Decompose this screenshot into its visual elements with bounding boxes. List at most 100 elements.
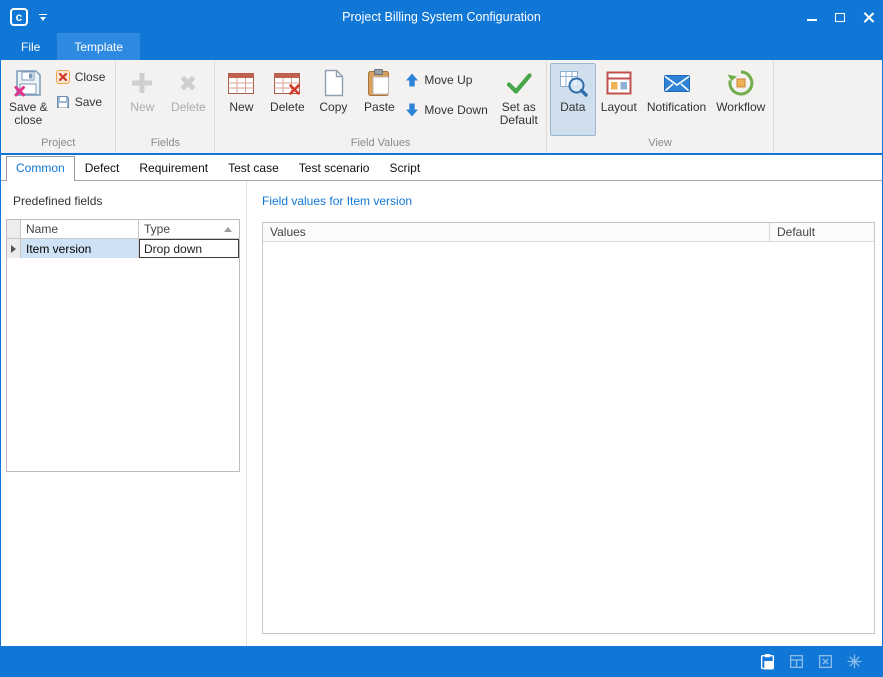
set-as-default-button[interactable]: Set as Default — [495, 63, 543, 136]
delete-field-label: Delete — [171, 101, 206, 114]
tab-test-case[interactable]: Test case — [218, 156, 289, 180]
close-button[interactable] — [854, 1, 882, 33]
quick-access-dropdown[interactable] — [35, 14, 51, 21]
column-header-name[interactable]: Name — [21, 220, 139, 238]
ribbon-group-view-content: Data Layout — [547, 60, 774, 136]
column-header-values[interactable]: Values — [263, 223, 770, 241]
status-snap-flake-icon[interactable] — [844, 651, 864, 671]
data-magnifier-icon — [557, 67, 589, 99]
ribbon-group-fields-content: New Delete — [116, 60, 214, 136]
save-and-close-label: Save & close — [9, 101, 48, 127]
tab-requirement[interactable]: Requirement — [129, 156, 218, 180]
tab-defect[interactable]: Defect — [75, 156, 130, 180]
ribbon-tab-strip: File Template — [1, 33, 882, 60]
checkmark-icon — [503, 67, 535, 99]
tab-common[interactable]: Common — [6, 156, 75, 181]
view-notification-button[interactable]: Notification — [642, 63, 711, 136]
minimize-icon — [807, 19, 817, 21]
delete-x-icon — [172, 67, 204, 99]
layout-window-icon — [603, 67, 635, 99]
paste-button[interactable]: Paste — [356, 63, 402, 136]
workflow-icon — [725, 67, 757, 99]
group-caption-field-values: Field Values — [215, 136, 545, 153]
cell-field-type-text: Drop down — [144, 242, 202, 256]
copy-label: Copy — [319, 101, 347, 114]
values-grid-header-row: Values Default — [263, 223, 874, 242]
field-values-panel: Field values for Item version Values Def… — [247, 181, 882, 646]
view-workflow-label: Workflow — [716, 101, 765, 114]
field-values-grid: Values Default — [262, 222, 875, 634]
save-icon — [55, 94, 71, 110]
ribbon-group-view: Data Layout — [547, 60, 775, 153]
ribbon-tab-file[interactable]: File — [4, 33, 57, 60]
view-layout-button[interactable]: Layout — [596, 63, 642, 136]
close-icon — [862, 11, 875, 24]
view-data-button[interactable]: Data — [550, 63, 596, 136]
copy-button[interactable]: Copy — [310, 63, 356, 136]
document-tab-strip: Common Defect Requirement Test case Test… — [1, 155, 882, 181]
move-down-button[interactable]: Move Down — [402, 101, 494, 119]
group-caption-project: Project — [1, 136, 115, 153]
table-row: Item version Drop down — [7, 239, 239, 258]
predefined-fields-panel: Predefined fields Name Type — [1, 181, 247, 646]
titlebar: c Project Billing System Configuration — [1, 1, 882, 33]
view-layout-label: Layout — [601, 101, 637, 114]
save-and-close-button[interactable]: Save & close — [4, 63, 53, 136]
cell-field-name-text: Item version — [26, 242, 91, 256]
main-content: Predefined fields Name Type — [1, 181, 882, 646]
view-data-label: Data — [560, 101, 585, 114]
new-value-label: New — [229, 101, 253, 114]
envelope-icon — [661, 67, 693, 99]
view-notification-label: Notification — [647, 101, 706, 114]
maximize-icon — [835, 13, 845, 22]
move-down-label: Move Down — [424, 103, 487, 117]
column-header-type[interactable]: Type — [139, 220, 239, 238]
new-table-icon — [225, 67, 257, 99]
ribbon-group-fields: New Delete Fields — [116, 60, 215, 153]
ribbon-group-project-content: Save & close Close — [1, 60, 115, 136]
close-label: Close — [75, 70, 106, 84]
cell-field-type-editor[interactable]: Drop down — [139, 239, 239, 258]
close-template-button[interactable]: Close — [53, 68, 113, 86]
ribbon-group-project: Save & close Close — [1, 60, 116, 153]
view-workflow-button[interactable]: Workflow — [711, 63, 770, 136]
ribbon-group-field-values: New Delete — [215, 60, 546, 153]
ribbon-tab-template[interactable]: Template — [57, 33, 140, 60]
status-layout-close-icon[interactable] — [815, 651, 835, 671]
grid-header-row: Name Type — [7, 220, 239, 239]
tab-test-scenario[interactable]: Test scenario — [289, 156, 380, 180]
status-layout-grid-icon[interactable] — [786, 651, 806, 671]
minimize-button[interactable] — [798, 1, 826, 33]
column-header-name-label: Name — [26, 222, 58, 236]
ribbon-group-field-values-content: New Delete — [215, 60, 545, 136]
predefined-fields-grid: Name Type Item version Drop down — [6, 219, 240, 472]
window-title: Project Billing System Configuration — [1, 1, 882, 33]
column-header-default[interactable]: Default — [770, 223, 874, 241]
group-caption-fields: Fields — [116, 136, 214, 153]
new-field-label: New — [130, 101, 154, 114]
save-button[interactable]: Save — [53, 93, 113, 111]
move-up-label: Move Up — [424, 73, 472, 87]
window-controls — [798, 1, 882, 33]
maximize-button[interactable] — [826, 1, 854, 33]
delete-table-icon — [271, 67, 303, 99]
app-menu-button[interactable]: c — [10, 8, 28, 26]
tab-script[interactable]: Script — [379, 156, 430, 180]
save-label: Save — [75, 95, 102, 109]
group-caption-view: View — [547, 136, 774, 153]
project-small-buttons: Close Save — [53, 63, 113, 136]
delete-field-button[interactable]: Delete — [165, 63, 211, 136]
status-paste-icon[interactable] — [757, 651, 777, 671]
arrow-down-icon — [404, 102, 420, 118]
delete-value-button[interactable]: Delete — [264, 63, 310, 136]
predefined-fields-title: Predefined fields — [13, 194, 102, 208]
new-field-button[interactable]: New — [119, 63, 165, 136]
paste-clipboard-icon — [363, 67, 395, 99]
new-value-button[interactable]: New — [218, 63, 264, 136]
delete-value-label: Delete — [270, 101, 305, 114]
quick-access-line — [39, 14, 47, 15]
statusbar — [1, 646, 882, 676]
app-logo: c — [16, 11, 23, 23]
move-up-button[interactable]: Move Up — [402, 71, 494, 89]
cell-field-name[interactable]: Item version — [21, 239, 139, 258]
